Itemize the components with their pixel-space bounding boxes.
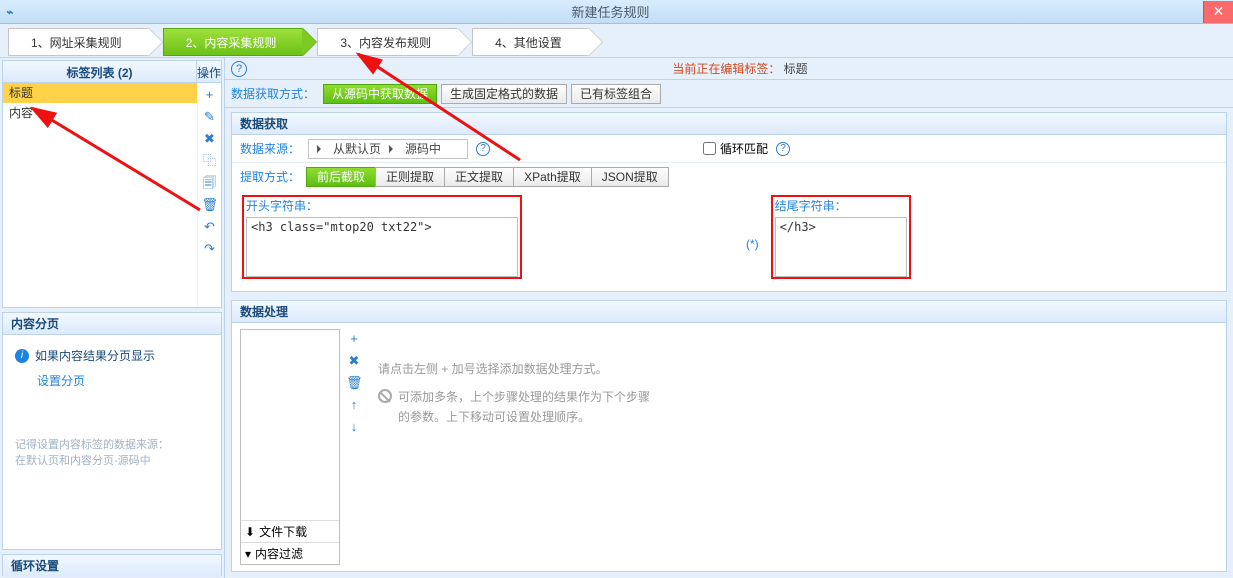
help-icon[interactable]: ? <box>776 142 790 156</box>
data-acquire-panel: 数据获取 数据来源： 从默认页 源码中 ? 循环匹配 ? <box>231 112 1227 292</box>
tag-row-title[interactable]: 标题 <box>3 83 197 103</box>
set-pagination-link[interactable]: 设置分页 <box>15 372 209 389</box>
window-titlebar: ⌁ 新建任务规则 ✕ <box>0 0 1233 24</box>
content-pagination-panel: 内容分页 i 如果内容结果分页显示 设置分页 记得设置内容标签的数据来源： 在默… <box>2 312 222 550</box>
content-filter-option[interactable]: ▾ 内容过滤 <box>241 542 339 564</box>
process-list-area[interactable] <box>241 330 339 520</box>
pagination-header: 内容分页 <box>3 313 221 335</box>
process-hint-2: 可添加多条，上个步骤处理的结果作为下个步骤的参数。上下移动可设置处理顺序。 <box>398 387 658 427</box>
editing-bar: ? 当前正在编辑标签： 标题 <box>225 58 1233 80</box>
chevron-right-icon <box>389 145 397 153</box>
delete-x-icon[interactable]: ✖ <box>346 353 362 369</box>
source-part-1: 从默认页 <box>333 139 381 159</box>
edit-icon[interactable]: ✎ <box>202 109 218 125</box>
loop-match-checkbox[interactable]: 循环匹配 <box>703 140 768 157</box>
pagination-info: 如果内容结果分页显示 <box>35 347 155 364</box>
loop-settings-panel: 循环设置 <box>2 554 222 576</box>
download-icon: ⬇ <box>245 525 255 539</box>
data-method-row: 数据获取方式： 从源码中获取数据 生成固定格式的数据 已有标签组合 <box>225 80 1233 108</box>
chevron-right-icon <box>317 145 325 153</box>
extract-method-label: 提取方式： <box>240 167 300 187</box>
undo-icon[interactable]: ↶ <box>202 219 218 235</box>
step-other-settings[interactable]: 4、其他设置 <box>472 28 589 56</box>
pagination-hint: 记得设置内容标签的数据来源： 在默认页和内容分页-源码中 <box>15 437 209 469</box>
loop-header[interactable]: 循环设置 <box>3 555 221 577</box>
help-icon[interactable]: ? <box>476 142 490 156</box>
add-icon[interactable]: + <box>202 87 218 103</box>
method-tag-combine[interactable]: 已有标签组合 <box>571 84 661 104</box>
extract-tab-cut[interactable]: 前后截取 <box>306 167 376 187</box>
app-icon: ⌁ <box>0 5 18 19</box>
extract-tab-regex[interactable]: 正则提取 <box>375 167 445 187</box>
trash-icon[interactable]: 🗑 <box>202 197 218 213</box>
start-string-input[interactable] <box>246 217 518 277</box>
step-url-rules[interactable]: 1、网址采集规则 <box>8 28 149 56</box>
loop-match-input[interactable] <box>703 142 716 155</box>
extract-tab-xpath[interactable]: XPath提取 <box>513 167 592 187</box>
step-content-rules[interactable]: 2、内容采集规则 <box>163 28 304 56</box>
now-editing-value: 标题 <box>784 62 808 76</box>
prohibit-icon <box>378 389 392 403</box>
extract-tab-body[interactable]: 正文提取 <box>444 167 514 187</box>
start-string-label: 开头字符串： <box>246 197 518 213</box>
end-string-input[interactable] <box>775 217 907 277</box>
data-process-header: 数据处理 <box>232 301 1226 323</box>
window-title: 新建任务规则 <box>18 2 1203 21</box>
extract-tab-json[interactable]: JSON提取 <box>591 167 669 187</box>
close-button[interactable]: ✕ <box>1203 1 1233 23</box>
info-icon: i <box>15 349 29 363</box>
method-from-source[interactable]: 从源码中获取数据 <box>323 84 437 104</box>
trash-icon[interactable]: 🗑 <box>346 375 362 391</box>
process-step-list: ⬇ 文件下载 ▾ 内容过滤 <box>240 329 340 565</box>
tag-list-ops-header: 操作 <box>197 61 221 82</box>
copy-icon[interactable]: 🗐 <box>202 175 218 191</box>
add-icon[interactable]: + <box>346 331 362 347</box>
process-hint-1: 请点击左侧 + 加号选择添加数据处理方式。 <box>378 359 1208 379</box>
filter-icon: ▾ <box>245 547 251 561</box>
tag-list-header: 标签列表 (2) <box>3 61 197 82</box>
help-icon[interactable]: ? <box>231 61 247 77</box>
wildcard-link[interactable]: (*) <box>746 237 759 251</box>
method-fixed-format[interactable]: 生成固定格式的数据 <box>441 84 567 104</box>
step-publish-rules[interactable]: 3、内容发布规则 <box>317 28 458 56</box>
duplicate-icon[interactable]: ⿻ <box>202 153 218 169</box>
data-source-label: 数据来源： <box>240 140 300 157</box>
process-ops-toolbar: + ✖ 🗑 ↑ ↓ <box>346 329 362 565</box>
loop-match-label: 循环匹配 <box>720 140 768 157</box>
file-download-option[interactable]: ⬇ 文件下载 <box>241 520 339 542</box>
data-source-field[interactable]: 从默认页 源码中 <box>308 139 468 159</box>
tag-row-content[interactable]: 内容 <box>3 103 197 123</box>
delete-x-icon[interactable]: ✖ <box>202 131 218 147</box>
redo-icon[interactable]: ↷ <box>202 241 218 257</box>
tag-list-panel: 标签列表 (2) 操作 标题 内容 + ✎ ✖ ⿻ 🗐 🗑 ↶ ↷ <box>2 60 222 308</box>
move-down-icon[interactable]: ↓ <box>346 419 362 435</box>
source-part-2: 源码中 <box>405 139 441 159</box>
move-up-icon[interactable]: ↑ <box>346 397 362 413</box>
tag-ops-toolbar: + ✎ ✖ ⿻ 🗐 🗑 ↶ ↷ <box>197 83 221 307</box>
data-method-label: 数据获取方式： <box>231 85 315 102</box>
data-acquire-header: 数据获取 <box>232 113 1226 135</box>
end-string-label: 结尾字符串： <box>775 197 907 213</box>
wizard-steps: 1、网址采集规则 2、内容采集规则 3、内容发布规则 4、其他设置 <box>0 24 1233 58</box>
data-process-panel: 数据处理 ⬇ 文件下载 ▾ 内容过滤 + ✖ 🗑 <box>231 300 1227 572</box>
now-editing-label: 当前正在编辑标签： <box>672 62 780 76</box>
